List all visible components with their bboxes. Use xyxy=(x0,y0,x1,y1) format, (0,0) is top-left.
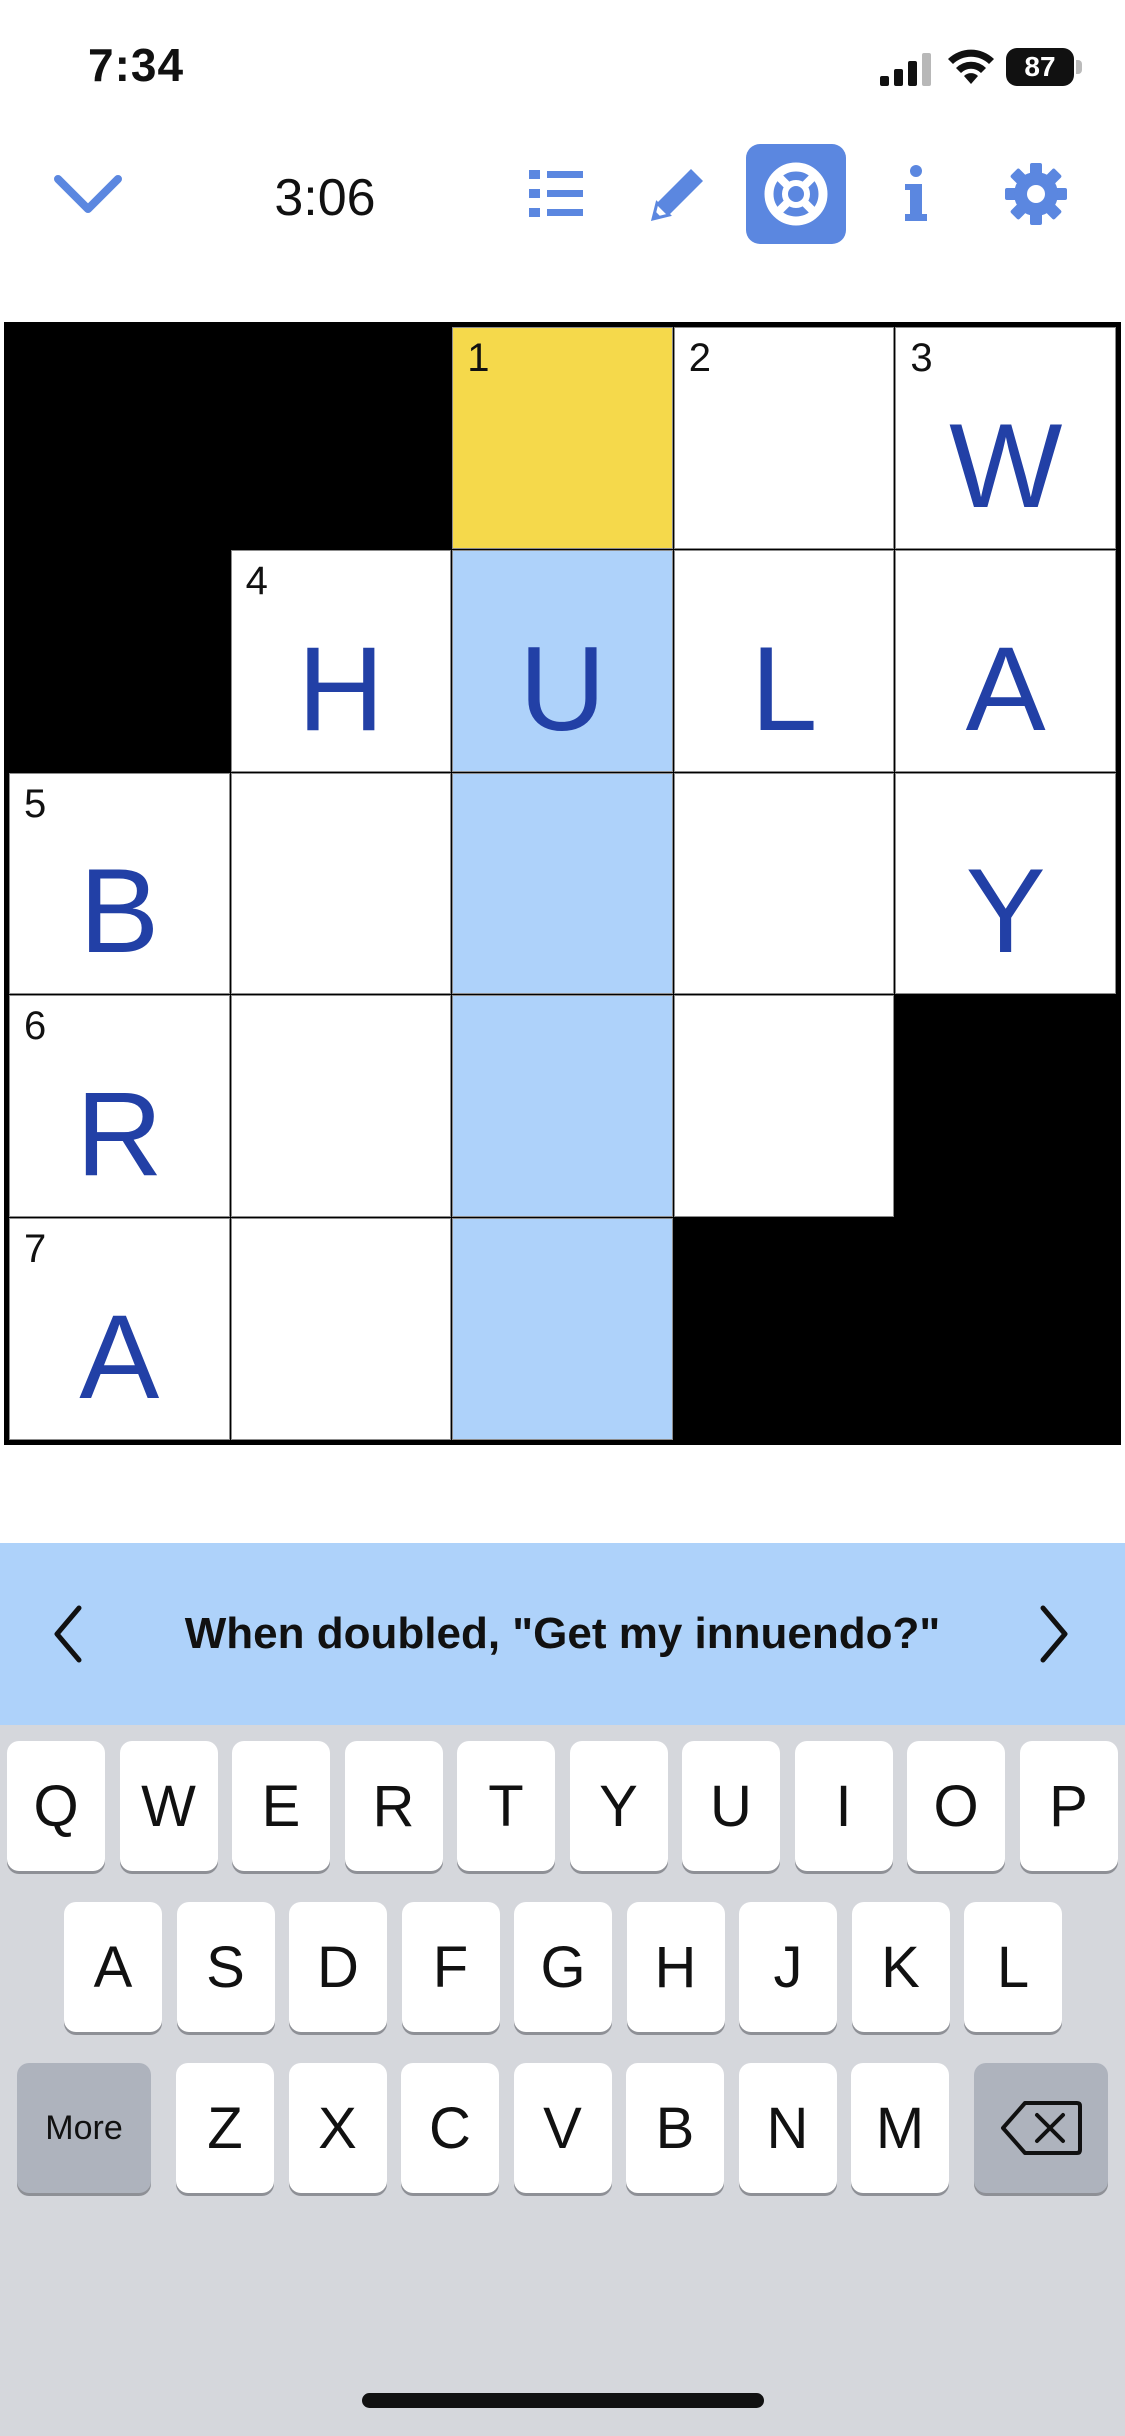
key-u[interactable]: U xyxy=(682,1741,780,1871)
pencil-button[interactable] xyxy=(628,144,728,244)
grid-cell[interactable] xyxy=(230,995,452,1218)
cell-letter: L xyxy=(750,621,818,756)
cell-letter: H xyxy=(297,621,385,756)
key-o[interactable]: O xyxy=(907,1741,1005,1871)
key-h[interactable]: H xyxy=(626,1902,725,2032)
lifebuoy-icon xyxy=(764,162,828,226)
grid-cell[interactable]: 6R xyxy=(9,995,230,1218)
next-clue-button[interactable] xyxy=(1014,1589,1094,1679)
key-k[interactable]: K xyxy=(851,1902,950,2032)
key-x[interactable]: X xyxy=(288,2063,387,2193)
chevron-right-icon xyxy=(1040,1605,1068,1663)
grid-cell-block xyxy=(231,328,451,548)
key-w[interactable]: W xyxy=(119,1741,218,1871)
key-a[interactable]: A xyxy=(64,1902,162,2032)
grid-cell[interactable]: 4H xyxy=(230,549,452,772)
cell-number: 6 xyxy=(24,1004,47,1049)
grid-cell[interactable] xyxy=(452,772,673,995)
pencil-icon xyxy=(650,169,703,222)
delete-key[interactable] xyxy=(974,2063,1108,2193)
grid-cell[interactable] xyxy=(452,1218,673,1440)
key-q[interactable]: Q xyxy=(7,1741,105,1871)
backspace-icon xyxy=(1001,2101,1082,2155)
cell-number: 7 xyxy=(24,1227,47,1272)
cell-number: 4 xyxy=(245,558,268,603)
cell-number: 1 xyxy=(467,336,490,380)
cell-number: 2 xyxy=(688,336,712,380)
grid-cell[interactable] xyxy=(673,772,895,995)
key-d[interactable]: D xyxy=(289,1902,387,2032)
puzzle-timer[interactable]: 3:06 xyxy=(240,168,410,228)
status-time: 7:34 xyxy=(88,39,185,91)
key-v[interactable]: V xyxy=(513,2063,612,2193)
grid-cell-block xyxy=(10,328,229,548)
key-f[interactable]: F xyxy=(401,1902,500,2032)
battery-icon: 87 xyxy=(1006,48,1082,86)
cell-letter: A xyxy=(79,1290,160,1424)
grid-cell[interactable]: L xyxy=(673,549,895,772)
previous-clue-button[interactable] xyxy=(28,1589,108,1679)
key-b[interactable]: B xyxy=(626,2063,724,2193)
grid-cell[interactable]: U xyxy=(452,549,673,772)
cell-letter: R xyxy=(75,1067,163,1202)
key-j[interactable]: J xyxy=(739,1902,837,2032)
grid-cell-block xyxy=(896,996,1115,1217)
info-icon xyxy=(905,165,927,221)
grid-cell[interactable] xyxy=(230,772,452,995)
key-n[interactable]: N xyxy=(738,2063,837,2193)
clue-list-button[interactable] xyxy=(506,144,606,244)
cell-number: 3 xyxy=(910,336,933,380)
grid-cell[interactable]: Y xyxy=(895,772,1116,995)
key-i[interactable]: I xyxy=(794,1741,893,1871)
grid-cell[interactable] xyxy=(673,995,895,1218)
collapse-button[interactable] xyxy=(38,144,138,244)
key-s[interactable]: S xyxy=(176,1902,275,2032)
key-c[interactable]: C xyxy=(401,2063,499,2193)
clue-bar: When doubled, "Get my innuendo?" xyxy=(0,1543,1125,1725)
key-t[interactable]: T xyxy=(457,1741,555,1871)
gear-icon xyxy=(1005,163,1067,225)
cell-letter: U xyxy=(519,621,606,756)
key-z[interactable]: Z xyxy=(176,2063,274,2193)
more-key[interactable]: More xyxy=(17,2063,151,2193)
key-l[interactable]: L xyxy=(964,1902,1062,2032)
key-p[interactable]: P xyxy=(1019,1741,1118,1871)
info-button[interactable] xyxy=(866,144,966,244)
grid-cell[interactable]: 3W xyxy=(895,327,1116,549)
status-bar: 7:34 87 xyxy=(0,0,1125,130)
key-r[interactable]: R xyxy=(344,1741,443,1871)
grid-cell[interactable] xyxy=(452,995,673,1218)
toolbar: 3:06 xyxy=(0,140,1125,250)
cell-number: 5 xyxy=(24,781,47,826)
grid-cell[interactable]: 5B xyxy=(9,772,230,995)
battery-level: 87 xyxy=(1006,48,1074,86)
chevron-left-icon xyxy=(54,1605,82,1663)
cell-letter: W xyxy=(949,398,1063,533)
cell-letter: A xyxy=(965,621,1046,756)
cell-letter: B xyxy=(79,844,160,979)
list-icon xyxy=(529,170,583,217)
chevron-down-icon xyxy=(54,175,122,213)
settings-button[interactable] xyxy=(986,144,1086,244)
key-m[interactable]: M xyxy=(851,2063,949,2193)
help-button[interactable] xyxy=(746,144,846,244)
current-clue-text[interactable]: When doubled, "Get my innuendo?" xyxy=(110,1543,1015,1725)
key-y[interactable]: Y xyxy=(569,1741,668,1871)
home-indicator[interactable] xyxy=(362,2393,764,2408)
grid-cell[interactable]: 1 xyxy=(452,327,673,549)
crossword-grid: 123W4HULA5BY6R7A xyxy=(4,322,1121,1445)
wifi-icon xyxy=(948,49,994,84)
key-g[interactable]: G xyxy=(514,1902,612,2032)
grid-cell[interactable]: A xyxy=(895,549,1116,772)
grid-cell[interactable] xyxy=(230,1218,452,1440)
grid-cell-block xyxy=(896,1219,1115,1439)
grid-cell[interactable]: 2 xyxy=(673,327,895,549)
grid-cell-block xyxy=(10,550,229,771)
cellular-signal-icon xyxy=(880,53,931,86)
grid-cell[interactable]: 7A xyxy=(9,1218,230,1440)
cell-letter: Y xyxy=(965,844,1046,979)
key-e[interactable]: E xyxy=(232,1741,330,1871)
keyboard: More QWERTYUIOP ASDFGHJKL ZXCVBNM xyxy=(0,1725,1125,2436)
grid-cell-block xyxy=(674,1219,894,1439)
